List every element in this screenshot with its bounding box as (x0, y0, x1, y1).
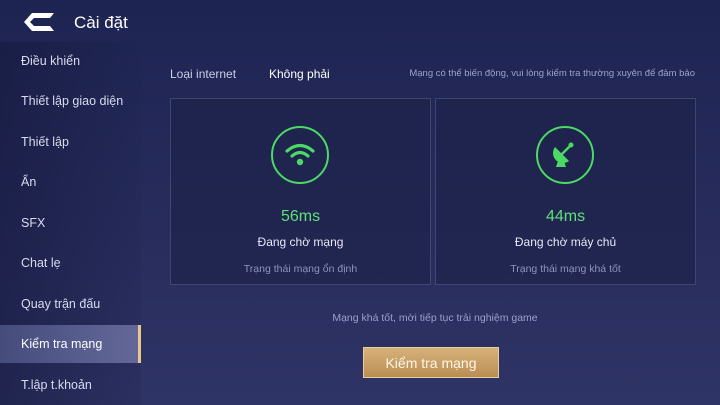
sidebar-item-match-replay[interactable]: Quay trận đấu (0, 285, 141, 323)
network-latency-value: 56ms (280, 208, 321, 225)
sidebar-item-sfx[interactable]: SFX (0, 204, 141, 242)
wifi-icon (271, 126, 329, 184)
sidebar-item-settings[interactable]: Thiết lập (0, 123, 141, 161)
network-substatus: Trạng thái mạng ổn định (243, 263, 358, 275)
sidebar-item-network-check[interactable]: Kiểm tra mạng (0, 325, 141, 363)
server-substatus: Trạng thái mạng khá tốt (510, 263, 621, 275)
sidebar-item-interface[interactable]: Thiết lập giao diện (0, 82, 141, 120)
network-latency-card: 56ms Đang chờ mạng Trạng thái mạng ổn đị… (170, 98, 431, 285)
sidebar-item-quick-chat[interactable]: Chat lẹ (0, 244, 141, 282)
internet-type-row: Loại internet Không phải Mạng có thể biế… (170, 66, 700, 84)
sidebar-item-account-settings[interactable]: T.lập t.khoản (0, 366, 141, 404)
network-hint: Mạng có thể biến động, vui lòng kiểm tra… (409, 68, 695, 79)
network-status: Đang chờ mạng (257, 235, 344, 249)
sidebar-item-hide[interactable]: Ẩn (0, 163, 141, 201)
network-summary: Mạng khá tốt, mời tiếp tục trải nghiệm g… (332, 312, 538, 324)
internet-type-label: Loại internet (170, 67, 237, 81)
server-latency-value: 44ms (545, 208, 586, 225)
back-arrow-icon[interactable] (20, 10, 58, 34)
top-bar: Cài đặt (0, 0, 720, 44)
server-status: Đang chờ máy chủ (514, 235, 617, 249)
internet-type-value: Không phải (269, 67, 330, 81)
sidebar: Điều khiển Thiết lập giao diện Thiết lập… (0, 42, 141, 405)
check-network-button[interactable]: Kiểm tra mạng (363, 347, 499, 378)
satellite-dish-icon (536, 126, 594, 184)
sidebar-item-controls[interactable]: Điều khiển (0, 42, 141, 80)
server-latency-card: 44ms Đang chờ máy chủ Trạng thái mạng kh… (435, 98, 696, 285)
page-title: Cài đặt (74, 13, 128, 32)
